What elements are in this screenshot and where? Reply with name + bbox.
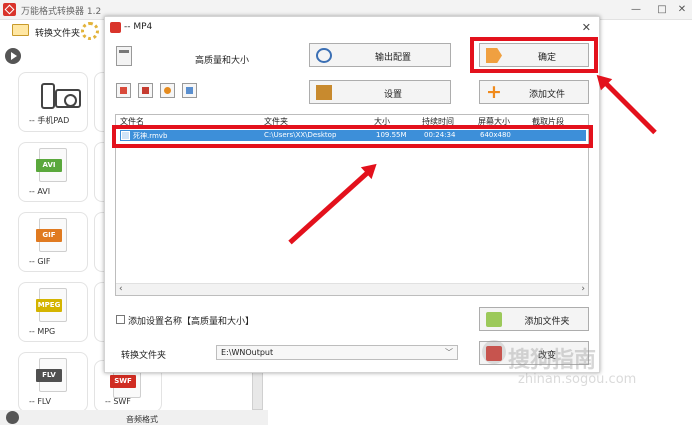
format-label: -- GIF bbox=[29, 257, 51, 266]
music-icon[interactable] bbox=[6, 411, 19, 424]
watermark-url: zhinan.sogou.com bbox=[518, 372, 637, 387]
settings-icon bbox=[316, 85, 332, 100]
file-info-button[interactable] bbox=[182, 83, 197, 98]
maximize-icon[interactable]: □ bbox=[654, 2, 670, 17]
format-card-gif[interactable]: GIF -- GIF bbox=[18, 212, 88, 272]
dialog-logo-icon bbox=[110, 22, 121, 33]
format-label: -- FLV bbox=[29, 397, 51, 406]
mpeg-file-icon: MPEG bbox=[36, 288, 67, 322]
play-file-button[interactable] bbox=[160, 83, 175, 98]
add-file-button[interactable]: + 添加文件 bbox=[479, 80, 589, 104]
format-card-flv[interactable]: FLV -- FLV bbox=[18, 352, 88, 412]
app-logo-icon bbox=[3, 3, 16, 16]
clear-list-button[interactable] bbox=[138, 83, 153, 98]
close-icon[interactable]: ✕ bbox=[674, 2, 690, 17]
config-icon bbox=[316, 48, 332, 63]
format-tag: SWF bbox=[110, 375, 136, 388]
output-folder-select[interactable]: E:\WNOutput ﹀ bbox=[216, 345, 458, 360]
add-folder-icon bbox=[486, 312, 502, 327]
camera-icon bbox=[55, 89, 81, 108]
format-label: -- SWF bbox=[105, 397, 131, 406]
add-folder-button[interactable]: 添加文件夹 bbox=[479, 307, 589, 331]
profile-icon bbox=[116, 46, 132, 66]
format-card-mobile[interactable]: -- 手机PAD bbox=[18, 72, 88, 132]
arrow-icon bbox=[603, 81, 657, 135]
format-tag: FLV bbox=[36, 369, 62, 382]
scroll-right-icon[interactable]: › bbox=[581, 284, 585, 294]
folder-icon[interactable] bbox=[12, 24, 29, 36]
add-folder-label: 添加文件夹 bbox=[524, 317, 570, 327]
app-title: 万能格式转换器 1.2 bbox=[21, 7, 102, 17]
close-icon[interactable]: ✕ bbox=[582, 21, 591, 34]
format-tag: AVI bbox=[36, 159, 62, 172]
remove-file-button[interactable] bbox=[116, 83, 131, 98]
format-label: -- MPG bbox=[29, 327, 56, 336]
format-list-scrollbar[interactable] bbox=[252, 372, 263, 410]
format-card-mpg[interactable]: MPEG -- MPG bbox=[18, 282, 88, 342]
profile-name: 高质量和大小 bbox=[195, 56, 250, 66]
plus-icon: + bbox=[486, 81, 502, 103]
output-folder-label: 转换文件夹 bbox=[121, 351, 167, 361]
gear-icon[interactable] bbox=[81, 22, 99, 40]
gif-file-icon: GIF bbox=[36, 218, 67, 252]
flv-file-icon: FLV bbox=[36, 358, 67, 392]
avi-file-icon: AVI bbox=[36, 148, 67, 182]
dialog-title: -- MP4 bbox=[124, 22, 153, 32]
audio-format-label[interactable]: 音频格式 bbox=[126, 414, 158, 425]
add-setting-checkbox[interactable] bbox=[116, 315, 125, 324]
ok-button-highlight bbox=[470, 37, 598, 73]
format-card-avi[interactable]: AVI -- AVI bbox=[18, 142, 88, 202]
watermark-text: 搜狗指南 bbox=[508, 348, 597, 373]
horizontal-scrollbar[interactable]: ‹ › bbox=[116, 283, 588, 295]
format-label: -- AVI bbox=[29, 187, 51, 196]
settings-label: 设置 bbox=[383, 90, 402, 100]
file-row-highlight bbox=[112, 125, 593, 148]
output-config-label: 输出配置 bbox=[374, 53, 411, 63]
clear-icon bbox=[142, 87, 149, 94]
remove-icon bbox=[120, 87, 127, 94]
chevron-down-icon: ﹀ bbox=[445, 348, 453, 357]
output-folder-value: E:\WNOutput bbox=[221, 348, 274, 357]
minimize-icon[interactable]: — bbox=[628, 2, 644, 17]
format-tag: MPEG bbox=[36, 299, 62, 312]
settings-button[interactable]: 设置 bbox=[309, 80, 451, 104]
watermark-logo-icon bbox=[482, 340, 506, 364]
add-file-label: 添加文件 bbox=[528, 90, 565, 100]
play-file-icon bbox=[164, 87, 171, 94]
play-icon[interactable] bbox=[5, 48, 21, 64]
phone-icon bbox=[41, 83, 55, 109]
format-label: -- 手机PAD bbox=[29, 116, 70, 125]
add-setting-label[interactable]: 添加设置名称【高质量和大小】 bbox=[128, 314, 254, 327]
scroll-left-icon[interactable]: ‹ bbox=[119, 284, 123, 294]
format-tag: GIF bbox=[36, 229, 62, 242]
info-icon bbox=[186, 87, 193, 94]
output-config-button[interactable]: 输出配置 bbox=[309, 43, 451, 67]
convert-folder-label[interactable]: 转换文件夹 bbox=[35, 26, 80, 39]
